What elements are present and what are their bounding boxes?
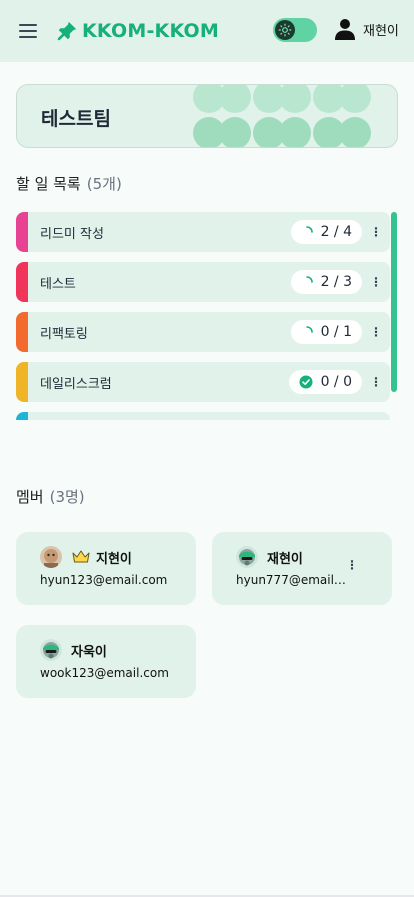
todo-progress: 0 / 0 [288,370,362,394]
todo-label: 데일리스크럼 [40,376,112,392]
member-title: 멤버 [16,488,44,506]
theme-toggle[interactable] [273,18,317,42]
todo-color-bar [16,412,28,420]
todo-label: 리드미 작성 [40,226,104,242]
app-header: KKOM-KKOM 재현이 [0,0,414,62]
todo-color-bar [16,212,28,252]
check-circle-icon [299,375,313,389]
member-name: 지현이 [96,552,132,567]
more-icon[interactable]: ⋮ [362,325,390,339]
member-card[interactable]: 자욱이 wook123@email.com [16,625,196,698]
member-card[interactable]: 재현이 hyun777@email.com ⋮ [212,532,392,605]
user-name: 재현이 [363,23,399,39]
todo-item[interactable]: 테스트 2 / 3 ⋮ [16,262,390,302]
spinner-icon [305,226,313,233]
todo-label: 테스트 [40,276,76,292]
todo-color-bar [16,312,28,352]
todo-progress: 2 / 4 [290,220,362,244]
member-name: 재현이 [267,552,303,567]
menu-icon[interactable] [16,19,40,43]
todo-section-title: 할 일 목록 (5개) [16,173,122,194]
member-card[interactable]: 지현이 hyun123@email.com [16,532,196,605]
crown-icon [72,550,90,563]
avatar [236,546,258,568]
todo-color-bar [16,362,28,402]
more-icon[interactable]: ⋮ [362,225,390,239]
more-icon[interactable]: ⋮ [362,375,390,389]
todo-list[interactable]: 리드미 작성 2 / 4 ⋮ 테스트 2 / 3 ⋮ 리팩토링 0 / 1 ⋮ … [16,210,398,420]
sun-icon [278,23,292,37]
todo-item[interactable]: 리드미 작성 2 / 4 ⋮ [16,212,390,252]
user-icon [335,19,355,40]
member-count: (3명) [49,488,85,506]
member-email: hyun777@email.com [236,573,346,587]
member-email: hyun123@email.com [40,573,168,587]
todo-label: 리팩토링 [40,326,88,342]
todo-item[interactable]: 리팩토링 0 / 1 ⋮ [16,312,390,352]
todo-title: 할 일 목록 [16,175,81,193]
todo-color-bar [16,262,28,302]
todo-progress: 2 / 3 [290,270,362,294]
todo-item[interactable]: 데일리스크럼 0 / 0 ⋮ [16,362,390,402]
member-name: 자욱이 [71,645,107,660]
avatar [40,546,62,568]
pin-icon [57,21,77,41]
avatar [40,639,62,661]
logo[interactable]: KKOM-KKOM [56,20,219,42]
team-name: 테스트팀 [41,108,111,130]
more-icon[interactable]: ⋮ [362,275,390,289]
member-email: wook123@email.com [40,666,169,680]
more-icon[interactable]: ⋮ [346,558,358,572]
user-menu[interactable]: 재현이 [333,17,399,41]
todo-item[interactable] [16,412,390,420]
member-section-title: 멤버 (3명) [16,486,85,507]
todo-progress: 0 / 1 [290,320,362,344]
team-banner: 테스트팀 [16,84,398,148]
todo-count: (5개) [86,175,122,193]
spinner-icon [305,326,313,333]
spinner-icon [305,276,313,283]
todo-scrollbar[interactable] [391,212,397,392]
logo-text: KKOM-KKOM [82,20,219,42]
